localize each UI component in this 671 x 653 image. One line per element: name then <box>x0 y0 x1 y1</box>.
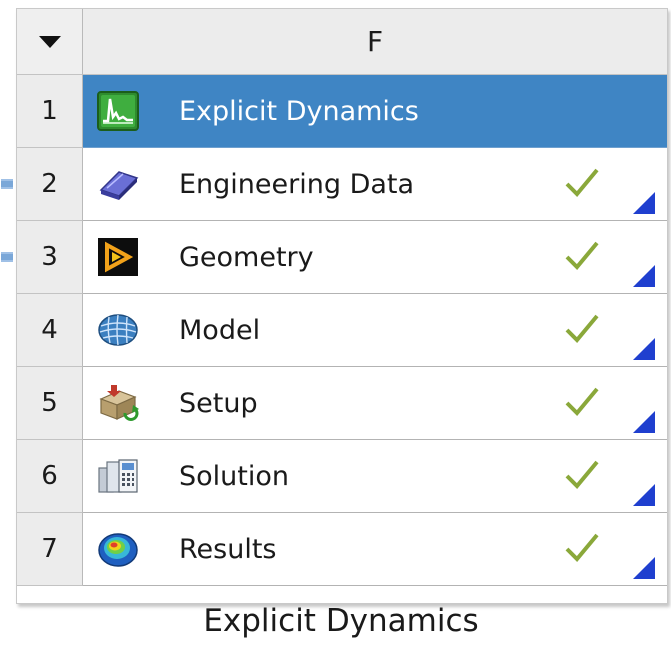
cell-label: Solution <box>179 460 289 492</box>
cell-row-engineering-data[interactable]: 2 Engineering Data <box>1 148 667 221</box>
setup-icon <box>99 385 139 421</box>
connector-handle[interactable] <box>1 179 13 189</box>
check-icon <box>565 241 599 270</box>
system-caption[interactable]: Explicit Dynamics <box>16 603 666 639</box>
column-header: F <box>83 9 667 75</box>
results-icon <box>98 533 138 567</box>
corner-arrow-icon[interactable] <box>633 484 655 506</box>
row-number: 5 <box>17 367 83 440</box>
solution-cell[interactable]: Solution <box>83 440 667 513</box>
row-number: 2 <box>17 148 83 221</box>
cell-label: Engineering Data <box>179 168 415 200</box>
dropdown-arrow-icon <box>38 35 61 48</box>
row-number: 1 <box>17 75 83 148</box>
corner-arrow-icon[interactable] <box>633 338 655 360</box>
corner-arrow-icon[interactable] <box>633 411 655 433</box>
connector-handle[interactable] <box>1 252 13 262</box>
model-cell[interactable]: Model <box>83 294 667 367</box>
cell-row-results[interactable]: 7 Results <box>17 513 667 586</box>
setup-cell[interactable]: Setup <box>83 367 667 440</box>
geometry-icon <box>98 238 138 276</box>
cell-row-model[interactable]: 4 Model <box>17 294 667 367</box>
title-cell[interactable]: Explicit Dynamics <box>83 75 667 148</box>
cell-row-setup[interactable]: 5 Setup <box>17 367 667 440</box>
check-icon <box>565 460 599 489</box>
explicit-dynamics-icon <box>97 91 139 131</box>
corner-arrow-icon[interactable] <box>633 557 655 579</box>
engineering-data-icon <box>99 171 139 200</box>
cell-row-solution[interactable]: 6 Solution <box>17 440 667 513</box>
corner-arrow-icon[interactable] <box>633 192 655 214</box>
corner-arrow-icon[interactable] <box>633 265 655 287</box>
solution-icon <box>98 459 138 493</box>
check-icon <box>565 387 599 416</box>
row-number: 3 <box>17 221 83 294</box>
cell-label: Setup <box>179 387 258 419</box>
check-icon <box>565 168 599 197</box>
check-icon <box>565 314 599 343</box>
cell-row-geometry[interactable]: 3 Geometry <box>1 221 667 294</box>
check-icon <box>565 533 599 562</box>
geometry-cell[interactable]: Geometry <box>83 221 667 294</box>
analysis-system-block: F 1 Explicit Dynamics 2 Engineering Data <box>1 8 668 604</box>
cell-label: Model <box>179 314 261 346</box>
row-number: 7 <box>17 513 83 586</box>
engineering-data-cell[interactable]: Engineering Data <box>83 148 667 221</box>
system-title-row[interactable]: 1 Explicit Dynamics <box>17 75 667 148</box>
system-menu-button[interactable] <box>17 9 83 75</box>
row-number: 4 <box>17 294 83 367</box>
cell-label: Results <box>179 533 277 565</box>
system-title-label: Explicit Dynamics <box>179 95 419 127</box>
system-header-row: F <box>17 9 667 75</box>
row-number: 6 <box>17 440 83 513</box>
model-icon <box>98 314 138 346</box>
cell-label: Geometry <box>179 241 314 273</box>
results-cell[interactable]: Results <box>83 513 667 586</box>
